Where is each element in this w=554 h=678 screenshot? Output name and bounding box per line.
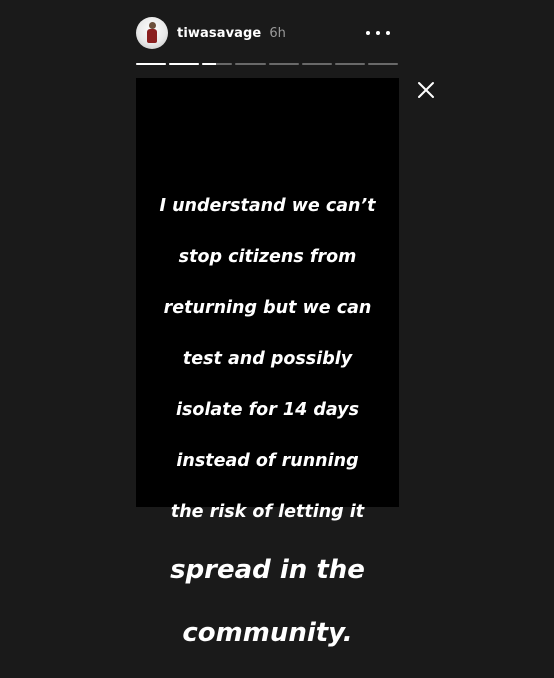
story-header: tiwasavage 6h — [136, 16, 398, 50]
progress-segment — [334, 63, 365, 65]
progress-segment — [301, 63, 332, 65]
progress-segment — [235, 63, 266, 65]
progress-segment — [169, 63, 200, 65]
timestamp: 6h — [269, 25, 286, 41]
progress-fill — [169, 63, 200, 65]
story-line: I understand we can’t — [159, 195, 376, 216]
avatar-figure — [146, 22, 158, 44]
story-text: I understand we can’t stop citizens from… — [148, 168, 388, 678]
story-content[interactable]: I understand we can’t stop citizens from… — [136, 78, 399, 648]
more-options-icon[interactable] — [366, 24, 390, 42]
story-line: test and possibly — [182, 348, 353, 369]
story-line: isolate for 14 days — [176, 399, 359, 420]
progress-segment — [136, 63, 167, 65]
story-line: instead of running — [176, 450, 359, 471]
progress-fill — [136, 63, 167, 65]
story-line: stop citizens from — [178, 246, 357, 267]
story-line-large: spread in the — [170, 554, 365, 585]
story-line: returning but we can — [163, 297, 372, 318]
username[interactable]: tiwasavage — [177, 26, 261, 41]
progress-segment — [202, 63, 233, 65]
story-progress-bar — [136, 63, 398, 65]
progress-segment — [268, 63, 299, 65]
progress-fill — [202, 63, 216, 65]
progress-segment — [367, 63, 398, 65]
story-line: the risk of letting it — [170, 501, 365, 522]
close-icon[interactable] — [417, 81, 435, 99]
avatar[interactable] — [136, 17, 168, 49]
story-line-large: community. — [182, 618, 353, 648]
